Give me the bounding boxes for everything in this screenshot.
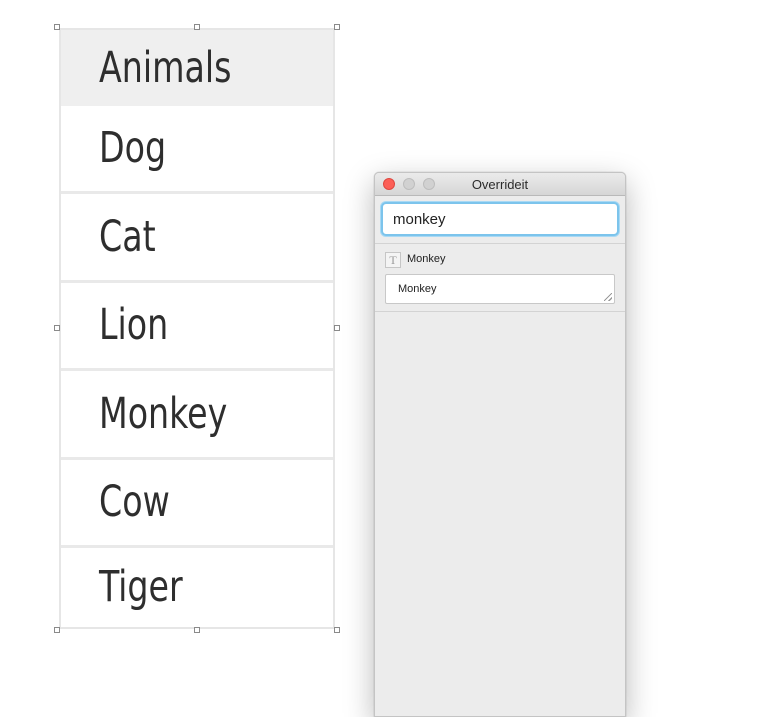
table-row-lion[interactable]: Lion — [61, 283, 333, 371]
resize-grip-icon[interactable] — [604, 293, 612, 301]
resize-handle-middle-left[interactable] — [54, 325, 60, 331]
resize-handle-top-left[interactable] — [54, 24, 60, 30]
window-titlebar[interactable]: Overrideit — [375, 173, 625, 196]
table-header[interactable]: Animals — [61, 30, 333, 106]
resize-handle-top-right[interactable] — [334, 24, 340, 30]
overrideit-panel: Overrideit T Monkey Monkey — [374, 172, 626, 717]
table-row-cow[interactable]: Cow — [61, 460, 333, 548]
table-row-label: Cow — [99, 477, 170, 527]
table-row-label: Lion — [99, 300, 169, 350]
minimize-button-icon[interactable] — [403, 178, 415, 190]
resize-handle-bottom-left[interactable] — [54, 627, 60, 633]
table-row-label: Monkey — [99, 388, 228, 439]
resize-handle-bottom-right[interactable] — [334, 627, 340, 633]
table-row-label: Dog — [99, 123, 167, 173]
maximize-button-icon[interactable] — [423, 178, 435, 190]
table-header-label: Animals — [99, 42, 232, 93]
window-title: Overrideit — [471, 176, 529, 192]
table-row-dog[interactable]: Dog — [61, 106, 333, 194]
override-result: T Monkey Monkey — [375, 244, 625, 312]
search-input[interactable] — [381, 202, 619, 236]
table-row-cat[interactable]: Cat — [61, 194, 333, 283]
artboard-selection[interactable]: Animals Dog Cat Lion Monkey Cow Tiger — [54, 24, 340, 633]
close-button-icon[interactable] — [383, 178, 395, 190]
search-area — [375, 196, 625, 244]
resize-handle-bottom-center[interactable] — [194, 627, 200, 633]
table-row-tiger[interactable]: Tiger — [61, 548, 333, 627]
override-text-field[interactable]: Monkey — [385, 274, 615, 304]
resize-handle-middle-right[interactable] — [334, 325, 340, 331]
table-row-label: Cat — [99, 211, 156, 262]
table-row-monkey[interactable]: Monkey — [61, 371, 333, 460]
table-row-label: Tiger — [99, 562, 183, 612]
override-text-value: Monkey — [398, 283, 437, 295]
override-layer-name: Monkey — [407, 253, 446, 265]
resize-handle-top-center[interactable] — [194, 24, 200, 30]
animals-table[interactable]: Animals Dog Cat Lion Monkey Cow Tiger — [59, 28, 335, 629]
text-layer-icon: T — [385, 252, 401, 268]
